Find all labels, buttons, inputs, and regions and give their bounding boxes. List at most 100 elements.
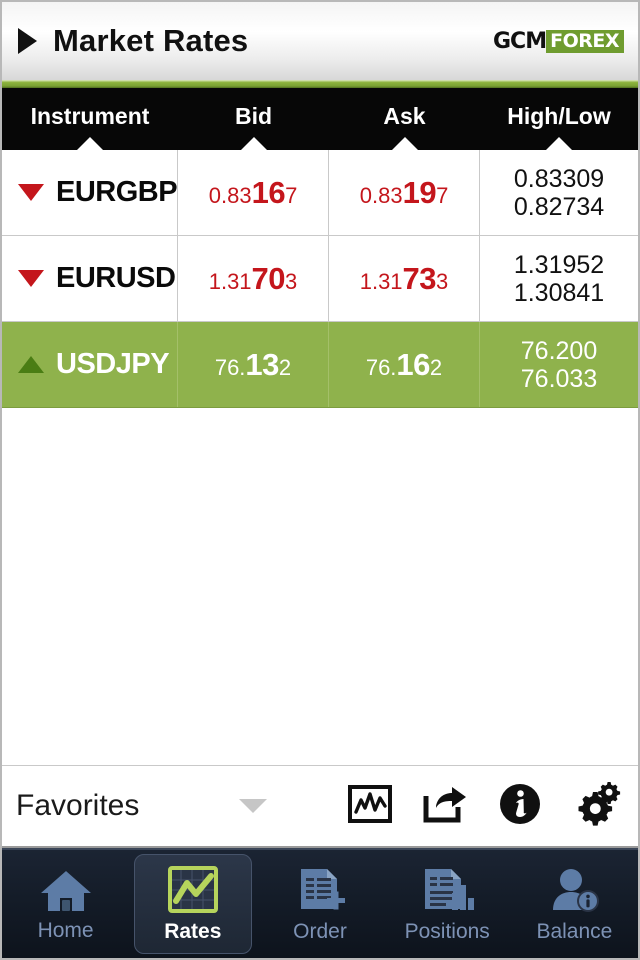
high-value: 0.83309 (513, 164, 605, 193)
nav-item-home-label: Home (37, 918, 94, 942)
cell-ask[interactable]: 0.83 19 7 (329, 150, 481, 235)
cell-bid[interactable]: 0.83 16 7 (178, 150, 330, 235)
bottom-navigation: Home Rates Order Positions Balance (2, 848, 638, 958)
ask-price: 0.83 19 7 (360, 175, 449, 211)
high-value: 76.200 (520, 336, 598, 365)
low-value: 0.82734 (513, 192, 605, 221)
cell-instrument[interactable]: EURUSD (2, 236, 178, 321)
bid-price-prefix: 0.83 (208, 182, 252, 208)
nav-item-positions[interactable]: Positions (384, 850, 511, 958)
share-icon[interactable] (422, 784, 468, 829)
bid-price: 76. 13 2 (215, 347, 291, 383)
positions-report-icon (425, 868, 475, 910)
order-document-plus-icon (301, 868, 345, 909)
home-icon (40, 870, 91, 911)
nav-item-home[interactable]: Home (2, 850, 129, 958)
table-header: Instrument Bid Ask High/Low (2, 88, 638, 150)
nav-item-rates[interactable]: Rates (129, 850, 256, 958)
bid-price-suffix: 7 (285, 182, 298, 208)
nav-item-home-box[interactable]: Home (7, 854, 125, 954)
info-icon[interactable] (498, 782, 542, 831)
nav-item-positions-label: Positions (404, 919, 490, 943)
cell-highlow[interactable]: 76.200 76.033 (480, 322, 638, 407)
nav-item-order-box[interactable]: Order (261, 854, 379, 954)
arrow-down-icon (18, 184, 44, 201)
instrument-symbol: USDJPY (56, 348, 170, 380)
bid-price-major: 16 (251, 174, 286, 210)
highlow-values: 1.31952 1.30841 (514, 251, 604, 307)
table-row[interactable]: EURUSD 1.31 70 3 1.31 73 3 1.31952 1.30841 (2, 236, 638, 322)
bid-price-suffix: 3 (285, 268, 298, 294)
chart-icon[interactable] (348, 784, 392, 829)
column-header-bid-label: Bid (234, 102, 273, 129)
instrument-symbol: EURGBP (56, 176, 178, 208)
nav-item-order-label: Order (293, 919, 347, 943)
cell-highlow[interactable]: 0.83309 0.82734 (480, 150, 638, 235)
arrow-down-icon (18, 270, 44, 287)
instrument-symbol: EURUSD (56, 262, 176, 294)
low-value: 1.30841 (513, 278, 605, 307)
ask-price-suffix: 7 (436, 182, 449, 208)
ask-price-major: 73 (402, 260, 437, 296)
table-row[interactable]: EURGBP 0.83 16 7 0.83 19 7 0.83309 0.82734 (2, 150, 638, 236)
highlow-values: 76.200 76.033 (521, 337, 597, 393)
cell-ask[interactable]: 76. 16 2 (329, 322, 480, 407)
bid-price-prefix: 76. (214, 354, 246, 380)
nav-item-balance-box[interactable]: Balance (515, 854, 633, 954)
nav-item-rates-box[interactable]: Rates (133, 854, 252, 954)
low-value: 76.033 (520, 364, 598, 393)
bid-price: 0.83 16 7 (209, 175, 298, 211)
cell-instrument[interactable]: USDJPY (2, 322, 178, 407)
cell-instrument[interactable]: EURGBP (2, 150, 179, 235)
brand-logo: GCM FOREX (493, 28, 624, 54)
column-header-ask[interactable]: Ask (329, 88, 480, 150)
nav-item-rates-label: Rates (164, 919, 222, 943)
balance-person-info-icon (553, 868, 600, 912)
cell-highlow[interactable]: 1.31952 1.30841 (480, 236, 638, 321)
ask-price-major: 19 (402, 174, 437, 210)
bid-price-major: 70 (251, 260, 286, 296)
favorites-toolbar: Favorites (2, 766, 638, 848)
bid-price-major: 13 (245, 346, 279, 382)
column-header-highlow[interactable]: High/Low (480, 88, 638, 150)
nav-item-positions-box[interactable]: Positions (388, 854, 506, 954)
logo-forex-text: FOREX (546, 29, 624, 53)
column-header-bid[interactable]: Bid (178, 88, 329, 150)
column-header-instrument[interactable]: Instrument (2, 88, 178, 150)
sort-notch-icon (77, 137, 103, 150)
bid-price-suffix: 2 (278, 354, 292, 380)
nav-item-order[interactable]: Order (256, 850, 383, 958)
bid-price: 1.31 70 3 (209, 261, 298, 297)
table-row[interactable]: USDJPY 76. 13 2 76. 16 2 76.200 76.033 (2, 322, 638, 408)
ask-price: 76. 16 2 (366, 347, 442, 383)
bid-price-prefix: 1.31 (208, 268, 252, 294)
app-root: Market Rates GCM FOREX Instrument Bid As… (0, 0, 640, 960)
sort-notch-icon (391, 137, 418, 150)
column-header-instrument-label: Instrument (30, 102, 150, 129)
sort-notch-icon (240, 137, 267, 150)
column-header-ask-label: Ask (383, 102, 426, 129)
chart-rates-icon (167, 865, 218, 913)
title-bar: Market Rates GCM FOREX (2, 2, 638, 80)
ask-price-suffix: 2 (429, 354, 443, 380)
chevron-down-icon[interactable] (239, 799, 268, 813)
cell-bid[interactable]: 1.31 70 3 (178, 236, 329, 321)
ask-price-prefix: 1.31 (359, 268, 403, 294)
nav-item-balance-label: Balance (536, 919, 613, 943)
favorites-label[interactable]: Favorites (16, 789, 139, 823)
ask-price-prefix: 0.83 (359, 182, 403, 208)
accent-stripe (2, 80, 638, 88)
back-triangle-icon[interactable] (18, 28, 37, 54)
favorites-icon-group (348, 781, 622, 832)
highlow-values: 0.83309 0.82734 (514, 165, 604, 221)
arrow-up-icon (18, 356, 44, 373)
settings-gears-icon[interactable] (572, 781, 622, 832)
rates-table-body: EURGBP 0.83 16 7 0.83 19 7 0.83309 0.82734 (2, 150, 638, 766)
ask-price-major: 16 (396, 346, 430, 382)
cell-ask[interactable]: 1.31 73 3 (329, 236, 480, 321)
cell-bid[interactable]: 76. 13 2 (178, 322, 329, 407)
nav-item-balance[interactable]: Balance (511, 850, 638, 958)
ask-price: 1.31 73 3 (360, 261, 449, 297)
page-title: Market Rates (53, 23, 249, 58)
ask-price-suffix: 3 (436, 268, 449, 294)
